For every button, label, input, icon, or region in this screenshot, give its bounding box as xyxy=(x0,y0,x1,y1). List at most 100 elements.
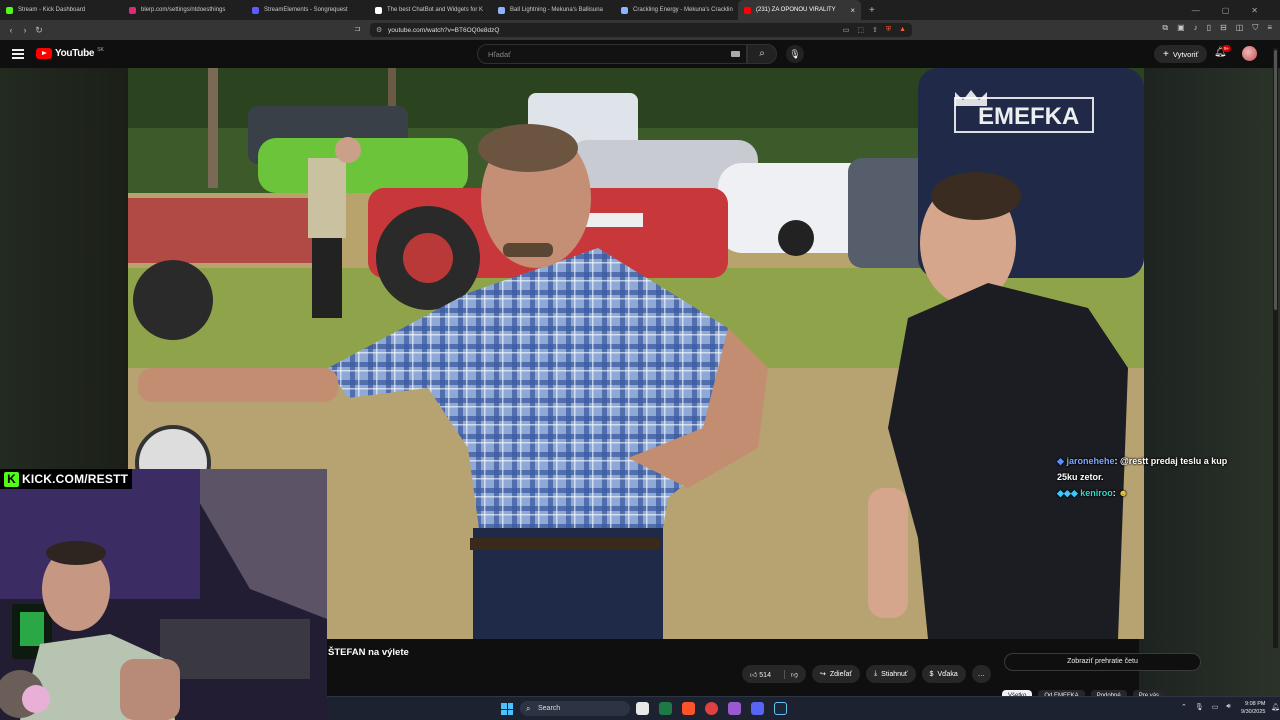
download-button[interactable]: ⤓ Stiahnuť xyxy=(866,665,916,683)
tab-favicon-icon xyxy=(6,6,13,14)
notification-center-icon[interactable]: 🔔︎ xyxy=(1271,703,1280,711)
keyboard-icon[interactable] xyxy=(731,51,740,57)
country-code: SK xyxy=(97,47,104,53)
share-page-icon[interactable]: ⇧ xyxy=(872,26,878,34)
tab-favicon-icon xyxy=(129,6,136,14)
twitch-icon[interactable] xyxy=(728,702,741,715)
menu-icon[interactable]: ≡ xyxy=(1267,23,1272,33)
chrome-icon[interactable] xyxy=(705,702,718,715)
cast-icon[interactable]: ▭ xyxy=(843,26,850,34)
chat-username: keniroo xyxy=(1080,488,1113,498)
chat-message: ◆ jaronehehe: @restt predaj teslu a kup … xyxy=(1057,453,1237,485)
tab-list: Stream - Kick Dashboard blerp.com/setting… xyxy=(0,0,861,20)
extension-icon-1[interactable]: ⧉ xyxy=(1162,23,1168,33)
search-input[interactable]: Hľadať xyxy=(477,44,747,64)
like-dislike-group: 👍︎ 514 👎︎ xyxy=(742,665,806,683)
like-button[interactable]: 👍︎ 514 xyxy=(750,670,771,679)
tab-search-icon[interactable]: ⊟ xyxy=(1220,23,1227,33)
browser-tab[interactable]: (231) ZA OPONOU VIRALITY × xyxy=(738,0,861,20)
chat-message: ◆◆◆ keniroo: ☻ xyxy=(1057,485,1237,501)
scrollbar-thumb[interactable] xyxy=(1274,50,1277,310)
window-controls: — ▢ ✕ xyxy=(1192,0,1280,20)
download-label: Stiahnuť xyxy=(881,670,908,678)
kick-url-text: KICK.COM/RESTT xyxy=(22,472,129,486)
display-icon[interactable]: ▭ xyxy=(1212,703,1219,711)
close-window-icon[interactable]: ✕ xyxy=(1251,6,1258,15)
taskbar-clock[interactable]: 9:08 PM 9/30/2025 xyxy=(1241,700,1265,716)
sidebar-icon[interactable]: ▯ xyxy=(1207,23,1211,33)
download-icon: ⤓ xyxy=(874,670,878,677)
task-view-icon[interactable] xyxy=(636,702,649,715)
account-avatar[interactable] xyxy=(1242,46,1257,61)
tab-title: Crackling Energy - Mekuna's Cracklin xyxy=(633,7,733,13)
windows-taskbar: ⌕ Search ⌃ 🎙 ▭ 🔊︎ 9:08 PM 9/30/2025 🔔︎ xyxy=(327,696,1280,720)
clock-time: 9:08 PM xyxy=(1244,701,1266,707)
browser-tab[interactable]: Crackling Energy - Mekuna's Cracklin xyxy=(615,0,738,20)
tab-title: The best ChatBot and Widgets for K xyxy=(387,7,484,13)
wallet-icon[interactable]: ◫ xyxy=(1236,23,1244,33)
youtube-logo[interactable]: YouTube SK xyxy=(36,47,104,59)
new-tab-button[interactable]: + xyxy=(869,5,875,16)
brave-shield-icon[interactable]: ⛨ xyxy=(886,26,891,34)
chat-badge-icon: ◆◆◆ xyxy=(1057,488,1078,498)
vpn-icon[interactable]: ⛉ xyxy=(1252,23,1258,33)
tab-favicon-icon xyxy=(252,6,259,14)
excel-icon[interactable] xyxy=(659,702,672,715)
back-icon[interactable]: ‹ xyxy=(4,25,18,35)
brave-rewards-icon[interactable]: ▲ xyxy=(899,26,906,34)
discord-icon[interactable] xyxy=(751,702,764,715)
tab-favicon-icon xyxy=(621,6,628,14)
extensions-area: ⧉ ▣ ♪ ▯ ⊟ ◫ ⛉ ≡ xyxy=(1162,23,1272,33)
more-actions-button[interactable]: … xyxy=(971,665,991,683)
dislike-button[interactable]: 👎︎ xyxy=(783,669,798,679)
thanks-button[interactable]: $ Vďaka xyxy=(921,665,966,683)
brave-browser-icon[interactable] xyxy=(682,702,695,715)
browser-tab[interactable]: Ball Lightning - Mekuna's Ballisuna xyxy=(492,0,615,20)
tab-close-icon[interactable]: × xyxy=(850,6,855,15)
browser-tab[interactable]: StreamElements - Songrequest xyxy=(246,0,369,20)
create-label: Vytvoriť xyxy=(1172,49,1199,59)
search-button[interactable]: ⌕ xyxy=(747,44,777,64)
search-icon: ⌕ xyxy=(759,48,765,59)
voice-search-button[interactable]: 🎙 xyxy=(786,45,804,63)
tab-title: blerp.com/settings/ntdoesthings xyxy=(141,7,226,13)
share-button[interactable]: ↪ Zdieľať xyxy=(812,665,861,683)
reload-icon[interactable]: ↻ xyxy=(32,25,46,36)
taskbar-search[interactable]: ⌕ Search xyxy=(520,701,630,716)
tab-title: Ball Lightning - Mekuna's Ballisuna xyxy=(510,7,603,13)
thanks-icon: $ xyxy=(929,670,934,678)
hamburger-menu-icon[interactable] xyxy=(12,49,24,61)
tray-chevron-icon[interactable]: ⌃ xyxy=(1181,703,1187,711)
volume-icon[interactable]: 🔊︎ xyxy=(1226,703,1230,711)
create-button[interactable]: + Vytvoriť xyxy=(1154,45,1208,63)
chat-overlay: ◆ jaronehehe: @restt predaj teslu a kup … xyxy=(1057,453,1237,501)
browser-tab-strip: Stream - Kick Dashboard blerp.com/setting… xyxy=(0,0,1280,20)
notification-count-badge: 9+ xyxy=(1222,45,1232,52)
chat-colon: : xyxy=(1114,456,1118,466)
bookmark-icon[interactable]: ⊐ xyxy=(354,24,361,33)
media-icon[interactable]: ♪ xyxy=(1194,23,1198,33)
show-chat-replay-button[interactable]: Zobraziť prehratie četu xyxy=(1004,653,1201,671)
steam-icon[interactable] xyxy=(774,702,787,715)
search-placeholder: Hľadať xyxy=(488,50,511,59)
maximize-icon[interactable]: ▢ xyxy=(1222,6,1230,15)
browser-tab[interactable]: blerp.com/settings/ntdoesthings xyxy=(123,0,246,20)
browser-tab[interactable]: Stream - Kick Dashboard xyxy=(0,0,123,20)
like-count: 514 xyxy=(759,671,771,679)
windows-start-icon[interactable] xyxy=(501,703,513,715)
forward-icon[interactable]: › xyxy=(18,25,32,35)
site-info-icon[interactable]: ⚙ xyxy=(376,26,382,34)
chat-badge-icon: ◆ xyxy=(1057,456,1064,466)
extension-icon[interactable]: ⬚ xyxy=(857,26,864,34)
extension-icon-2[interactable]: ▣ xyxy=(1177,23,1185,33)
browser-tab[interactable]: The best ChatBot and Widgets for K xyxy=(369,0,492,20)
video-title: ŠTEFAN na výlete xyxy=(328,647,409,658)
plus-icon: + xyxy=(1163,48,1169,60)
url-bar[interactable]: ⚙ youtube.com/watch?v=BT6OQ0e8dzQ ▭ ⬚ ⇧ … xyxy=(370,23,912,37)
more-icon: … xyxy=(977,670,985,678)
chat-emote-icon: ☻ xyxy=(1118,488,1128,498)
search-icon: ⌕ xyxy=(526,704,531,713)
minimize-icon[interactable]: — xyxy=(1192,6,1200,15)
youtube-wordmark: YouTube xyxy=(55,48,95,59)
microphone-tray-icon[interactable]: 🎙 xyxy=(1195,703,1204,711)
